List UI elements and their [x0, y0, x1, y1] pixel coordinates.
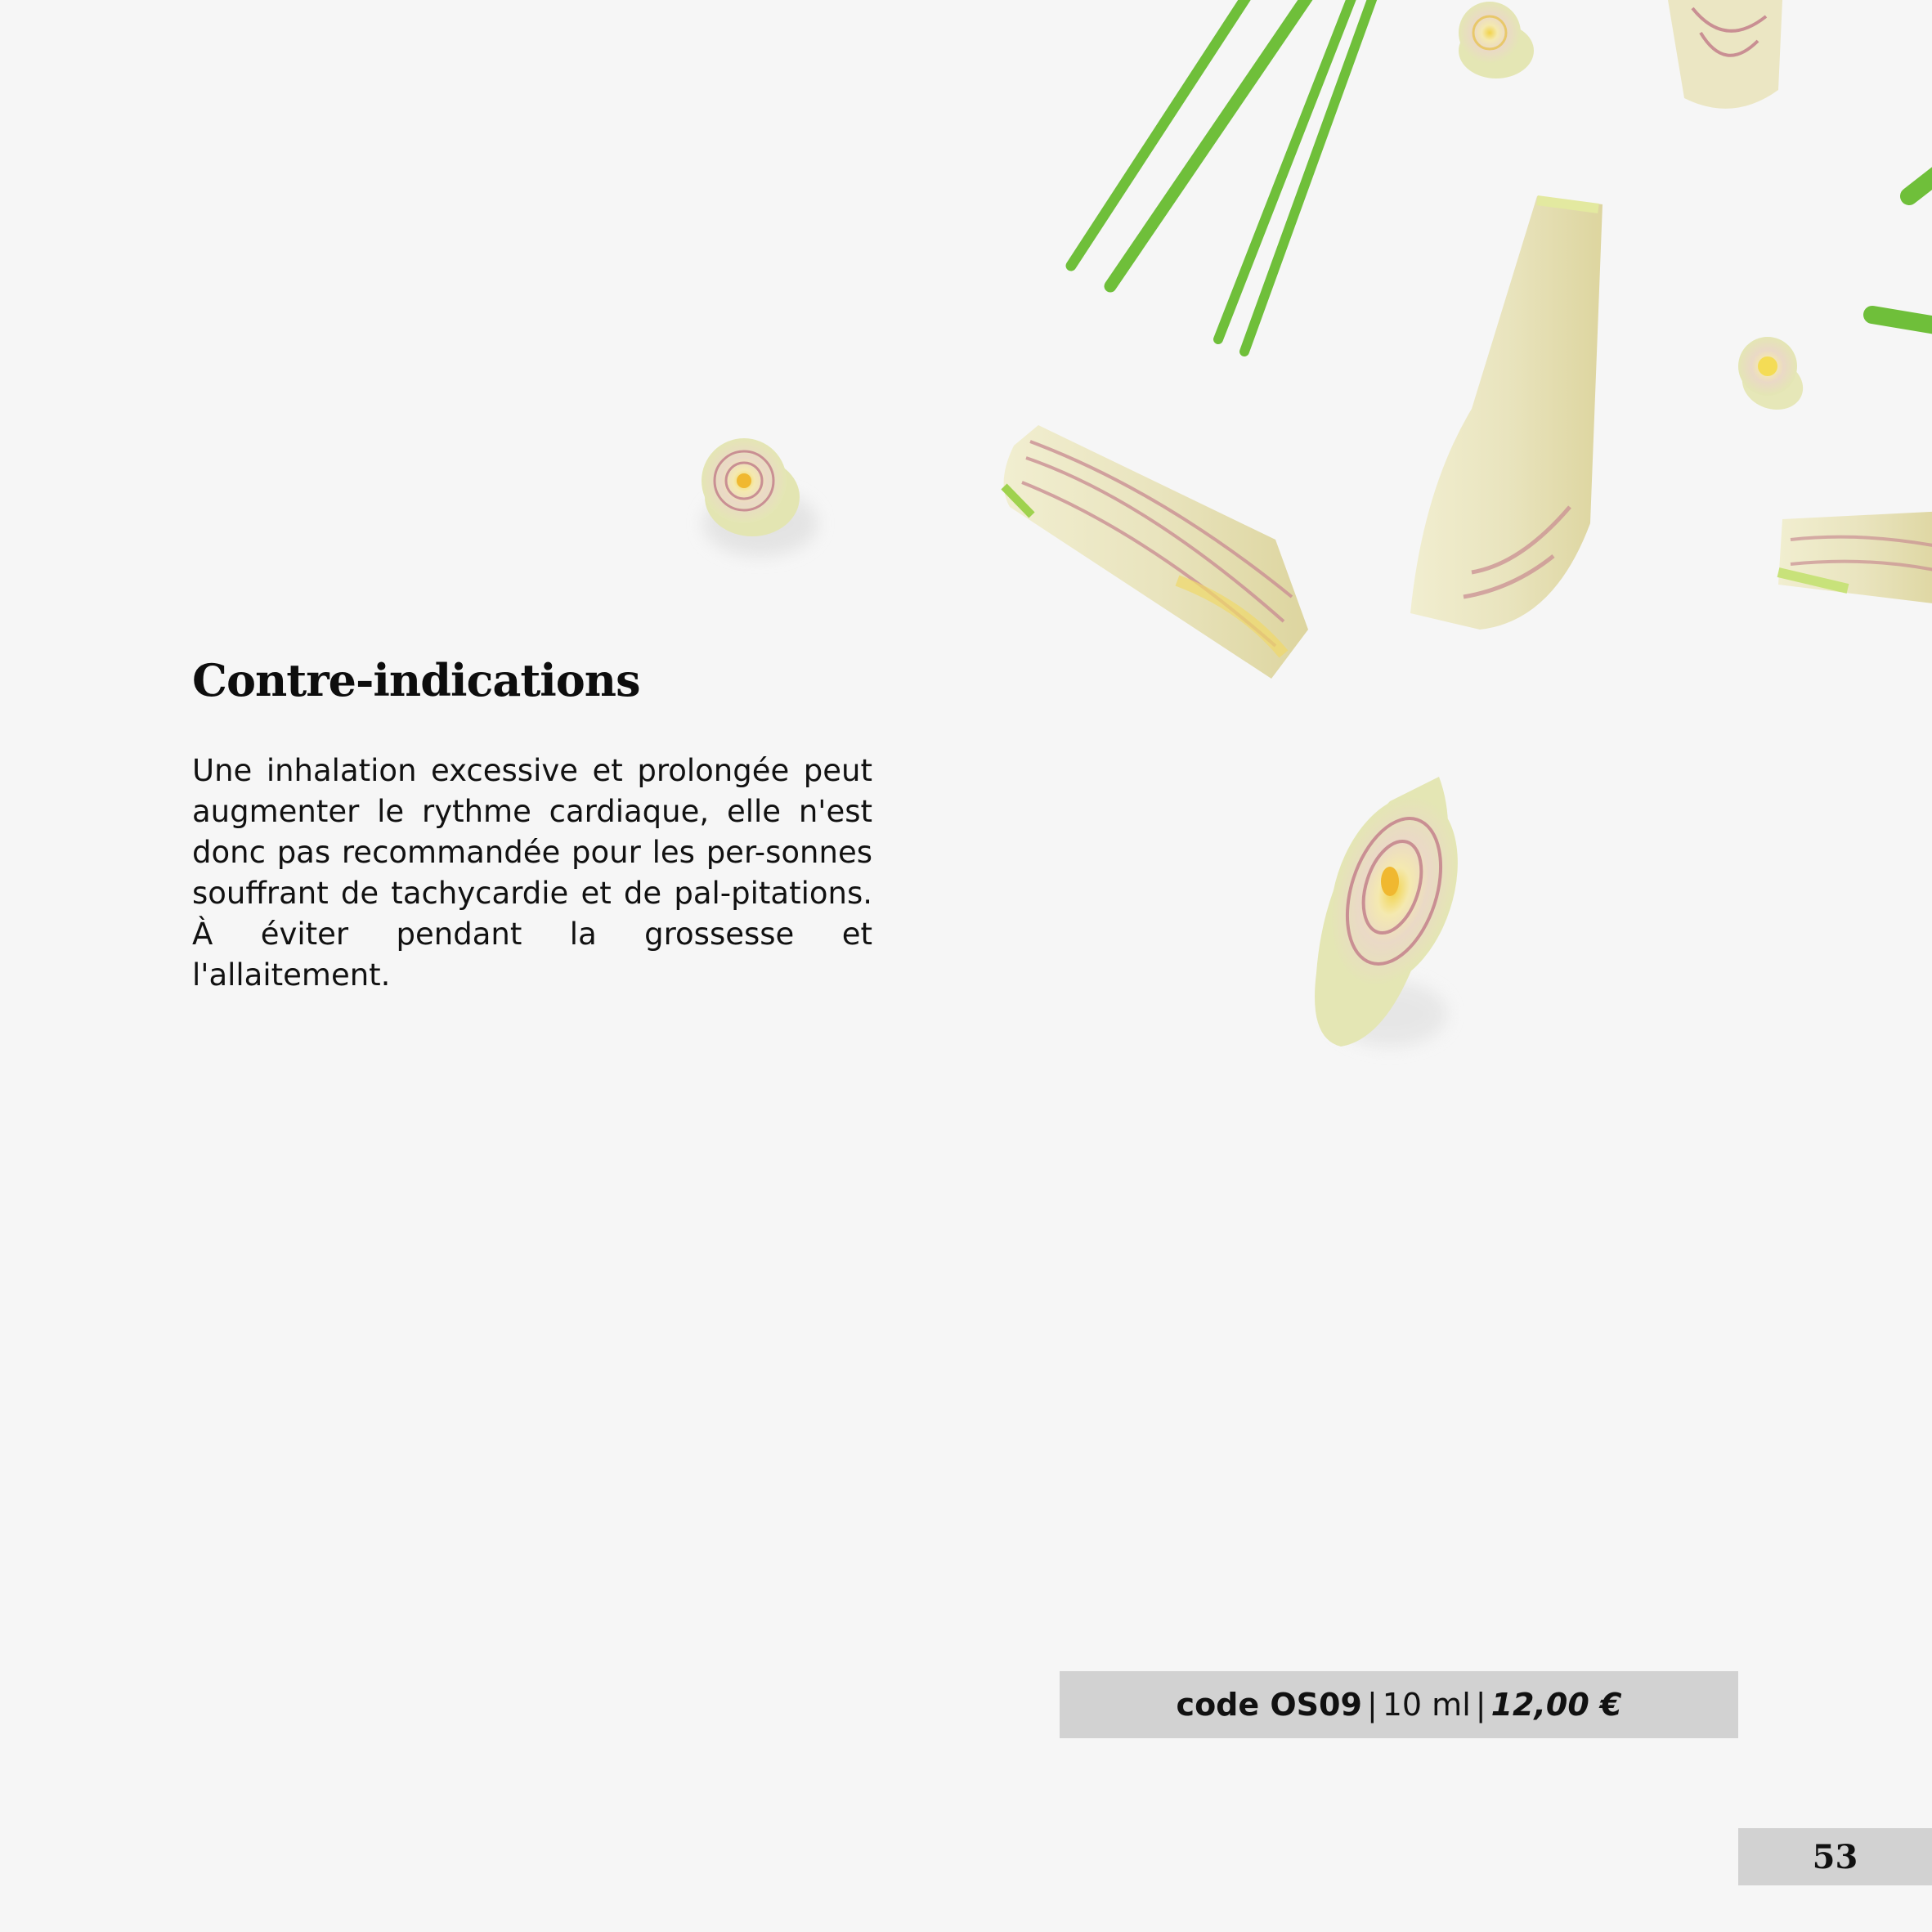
stalk-chunk-diagonal	[1001, 425, 1308, 679]
product-price: 12,00 €	[1490, 1687, 1622, 1723]
slice-top	[1459, 2, 1534, 78]
stalk-right	[1777, 511, 1932, 603]
contraindications-text: Une inhalation excessive et prolongée pe…	[192, 753, 872, 993]
page-number: 53	[1738, 1828, 1932, 1885]
slice-right	[1738, 337, 1804, 410]
product-info-bar: code OS09 | 10 ml | 12,00 €	[1060, 1671, 1738, 1738]
ringed-chunk-top	[1668, 0, 1782, 109]
slice-oval	[1315, 777, 1458, 1047]
slice-left	[702, 438, 818, 556]
section-heading: Contre-indications	[192, 654, 640, 706]
separator: |	[1366, 1687, 1378, 1723]
product-code: code OS09	[1176, 1687, 1362, 1723]
product-volume: 10 ml	[1382, 1687, 1471, 1723]
separator: |	[1475, 1687, 1486, 1723]
stalk-vertical	[1410, 195, 1603, 630]
